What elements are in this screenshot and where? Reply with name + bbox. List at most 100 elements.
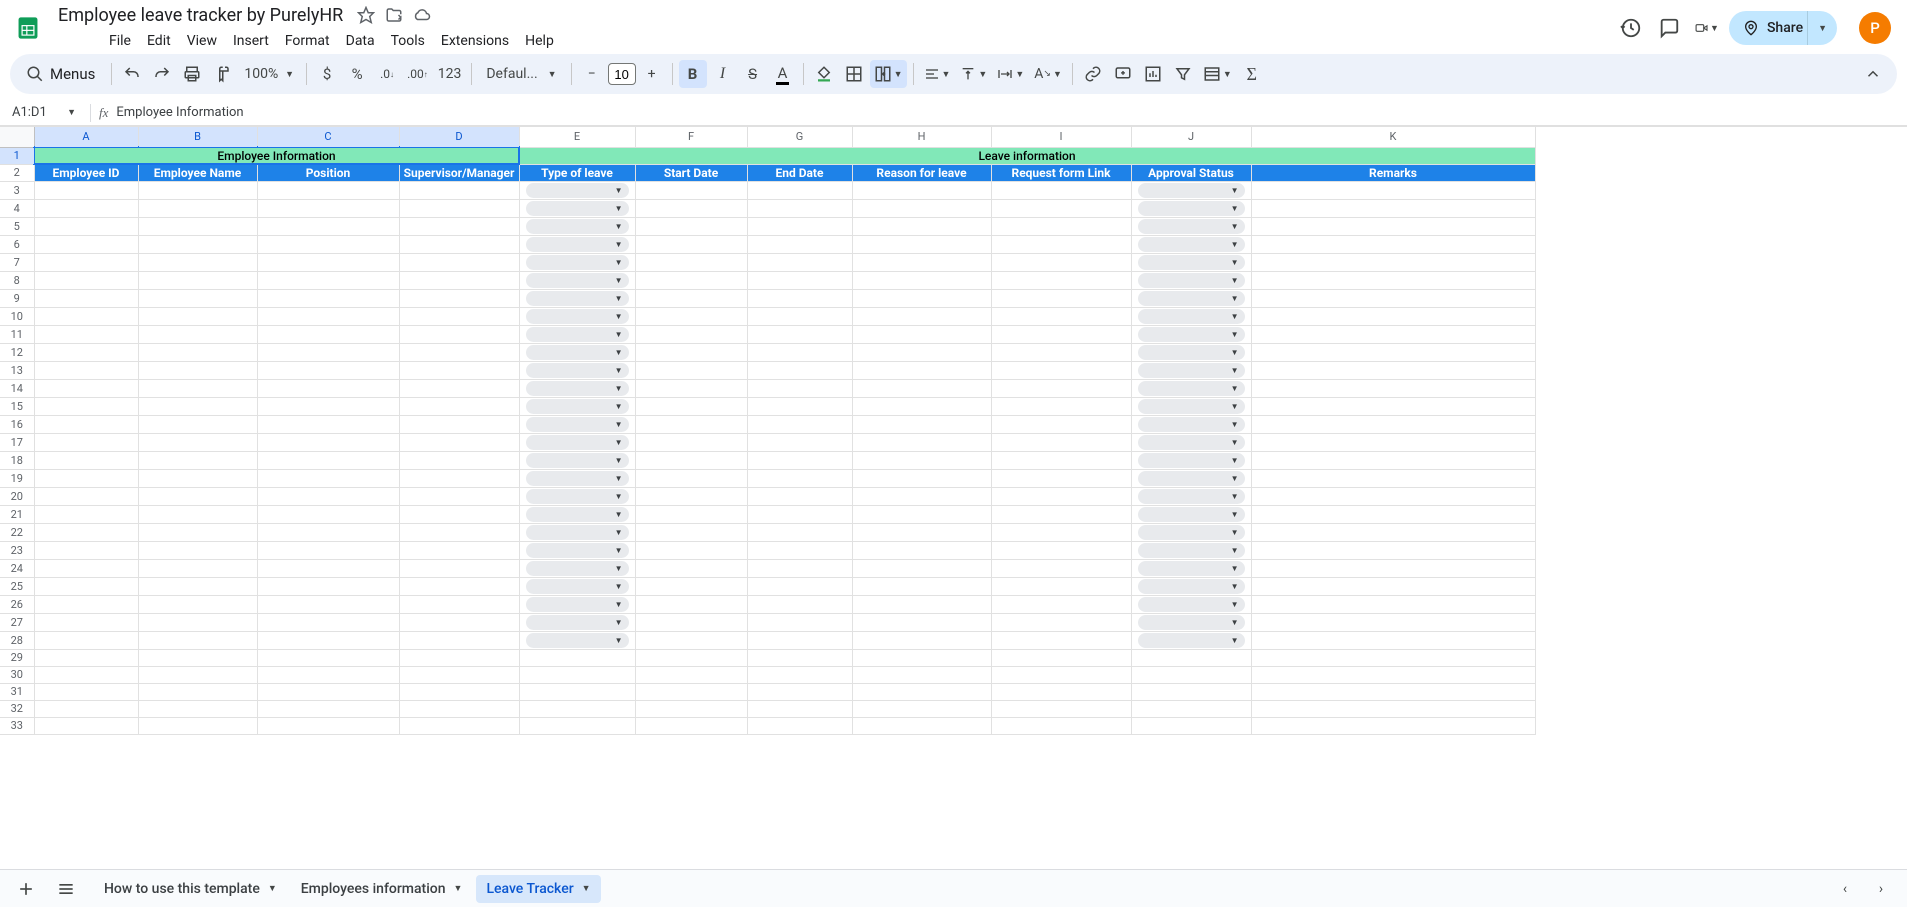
cell-D6[interactable] — [399, 235, 519, 253]
cell-G17[interactable] — [747, 433, 852, 451]
cell-J11[interactable]: ▼ — [1131, 325, 1251, 343]
cell-G6[interactable] — [747, 235, 852, 253]
row-header-8[interactable]: 8 — [0, 271, 34, 289]
cell-J12[interactable]: ▼ — [1131, 343, 1251, 361]
cell-H19[interactable] — [852, 469, 991, 487]
cell-D9[interactable] — [399, 289, 519, 307]
dropdown-chip-E9[interactable]: ▼ — [526, 291, 629, 306]
cell-J20[interactable]: ▼ — [1131, 487, 1251, 505]
row-header-27[interactable]: 27 — [0, 613, 34, 631]
row-header-9[interactable]: 9 — [0, 289, 34, 307]
cell-D30[interactable] — [399, 666, 519, 683]
row-header-3[interactable]: 3 — [0, 181, 34, 199]
cell-C33[interactable] — [257, 717, 399, 734]
cell-K15[interactable] — [1251, 397, 1535, 415]
cell-H11[interactable] — [852, 325, 991, 343]
cell-J27[interactable]: ▼ — [1131, 613, 1251, 631]
text-color-button[interactable]: A — [769, 60, 797, 88]
borders-button[interactable] — [840, 60, 868, 88]
cell-F23[interactable] — [635, 541, 747, 559]
cell-D8[interactable] — [399, 271, 519, 289]
row-header-6[interactable]: 6 — [0, 235, 34, 253]
cell-D22[interactable] — [399, 523, 519, 541]
cell-D29[interactable] — [399, 649, 519, 666]
cell-D7[interactable] — [399, 253, 519, 271]
cell-C15[interactable] — [257, 397, 399, 415]
cell-C4[interactable] — [257, 199, 399, 217]
sheet-tab-how-to-use-this-template[interactable]: How to use this template ▼ — [94, 875, 287, 903]
cell-E25[interactable]: ▼ — [519, 577, 635, 595]
dropdown-chip-J28[interactable]: ▼ — [1138, 633, 1245, 648]
h-align-button[interactable]: ▼ — [920, 60, 955, 88]
cell-C16[interactable] — [257, 415, 399, 433]
dropdown-chip-J17[interactable]: ▼ — [1138, 435, 1245, 450]
col-header-C[interactable]: C — [257, 127, 399, 147]
cell-E14[interactable]: ▼ — [519, 379, 635, 397]
row-header-25[interactable]: 25 — [0, 577, 34, 595]
cell-G10[interactable] — [747, 307, 852, 325]
cell-K11[interactable] — [1251, 325, 1535, 343]
cell-J23[interactable]: ▼ — [1131, 541, 1251, 559]
sheet-tab-employees-information[interactable]: Employees information ▼ — [291, 875, 473, 903]
history-icon[interactable] — [1619, 16, 1643, 40]
row-header-1[interactable]: 1 — [0, 147, 34, 164]
cell-H27[interactable] — [852, 613, 991, 631]
dropdown-chip-E8[interactable]: ▼ — [526, 273, 629, 288]
cell-G26[interactable] — [747, 595, 852, 613]
cell-K9[interactable] — [1251, 289, 1535, 307]
cell-D26[interactable] — [399, 595, 519, 613]
cell-G20[interactable] — [747, 487, 852, 505]
cell-H18[interactable] — [852, 451, 991, 469]
cell-I31[interactable] — [991, 683, 1131, 700]
cell-F26[interactable] — [635, 595, 747, 613]
cell-I6[interactable] — [991, 235, 1131, 253]
row-header-23[interactable]: 23 — [0, 541, 34, 559]
cell-J26[interactable]: ▼ — [1131, 595, 1251, 613]
menu-file[interactable]: File — [102, 29, 138, 53]
sheet-tab-leave-tracker[interactable]: Leave Tracker ▼ — [476, 875, 600, 903]
dropdown-chip-E11[interactable]: ▼ — [526, 327, 629, 342]
cell-D4[interactable] — [399, 199, 519, 217]
spreadsheet-grid[interactable]: ABCDEFGHIJK1Employee InformationLeave in… — [0, 126, 1907, 843]
star-icon[interactable] — [357, 6, 375, 24]
cell-A18[interactable] — [34, 451, 138, 469]
menu-format[interactable]: Format — [278, 29, 337, 53]
cell-A19[interactable] — [34, 469, 138, 487]
row-header-31[interactable]: 31 — [0, 683, 34, 700]
cell-G3[interactable] — [747, 181, 852, 199]
row-header-2[interactable]: 2 — [0, 164, 34, 181]
scroll-left-button[interactable]: ‹ — [1833, 877, 1857, 901]
dropdown-chip-E12[interactable]: ▼ — [526, 345, 629, 360]
cell-F21[interactable] — [635, 505, 747, 523]
merge-cells-button[interactable]: ▼ — [870, 60, 907, 88]
cell-I26[interactable] — [991, 595, 1131, 613]
cell-H15[interactable] — [852, 397, 991, 415]
cell-G22[interactable] — [747, 523, 852, 541]
cell-E30[interactable] — [519, 666, 635, 683]
menu-insert[interactable]: Insert — [226, 29, 276, 53]
cell-A24[interactable] — [34, 559, 138, 577]
cell-E20[interactable]: ▼ — [519, 487, 635, 505]
cell-E17[interactable]: ▼ — [519, 433, 635, 451]
col-header-H[interactable]: H — [852, 127, 991, 147]
cell-D23[interactable] — [399, 541, 519, 559]
cell-F2[interactable]: Start Date — [635, 164, 747, 181]
cell-E3[interactable]: ▼ — [519, 181, 635, 199]
cell-H22[interactable] — [852, 523, 991, 541]
cell-I13[interactable] — [991, 361, 1131, 379]
cell-H20[interactable] — [852, 487, 991, 505]
cell-B4[interactable] — [138, 199, 257, 217]
cell-E33[interactable] — [519, 717, 635, 734]
cell-I10[interactable] — [991, 307, 1131, 325]
cell-C26[interactable] — [257, 595, 399, 613]
cell-H10[interactable] — [852, 307, 991, 325]
cell-G33[interactable] — [747, 717, 852, 734]
cell-A2[interactable]: Employee ID — [34, 164, 138, 181]
cell-G16[interactable] — [747, 415, 852, 433]
cell-D16[interactable] — [399, 415, 519, 433]
cell-A20[interactable] — [34, 487, 138, 505]
cell-I33[interactable] — [991, 717, 1131, 734]
add-sheet-button[interactable] — [14, 877, 38, 901]
cell-H16[interactable] — [852, 415, 991, 433]
dropdown-chip-E28[interactable]: ▼ — [526, 633, 629, 648]
